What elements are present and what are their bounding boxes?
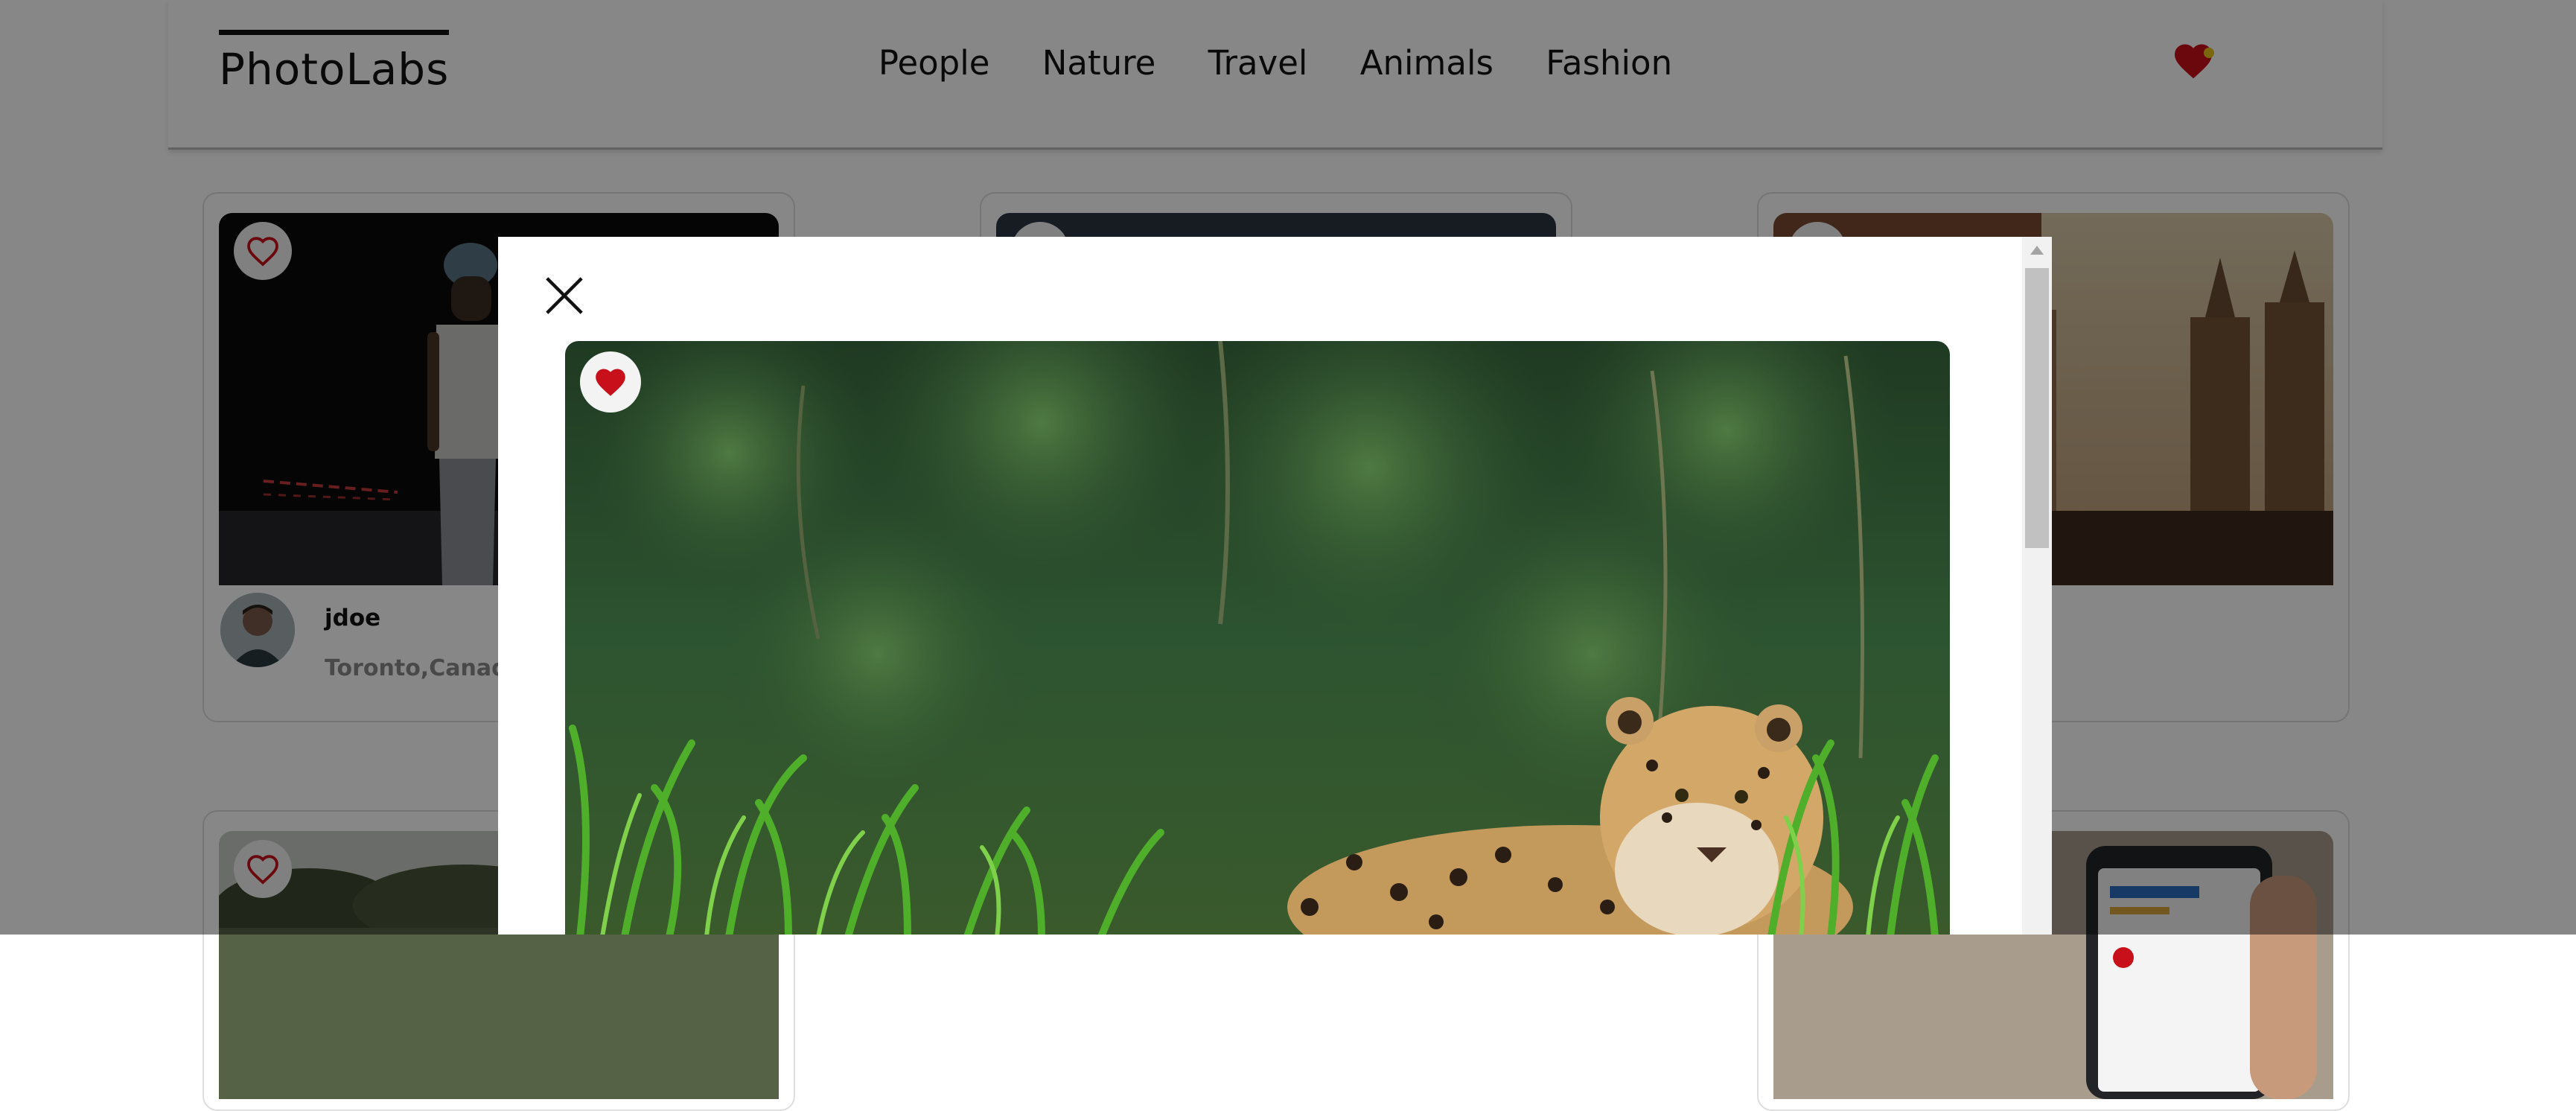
modal-favourite-button[interactable] [580, 351, 641, 413]
photo-details-modal [498, 237, 2052, 935]
close-icon[interactable] [543, 274, 586, 317]
modal-photo-image [565, 341, 1950, 935]
heart-filled-icon [596, 369, 625, 396]
modal-scrollbar[interactable] [2022, 237, 2052, 935]
scrollbar-thumb[interactable] [2025, 268, 2049, 548]
scroll-up-arrow-icon[interactable] [2030, 246, 2044, 255]
